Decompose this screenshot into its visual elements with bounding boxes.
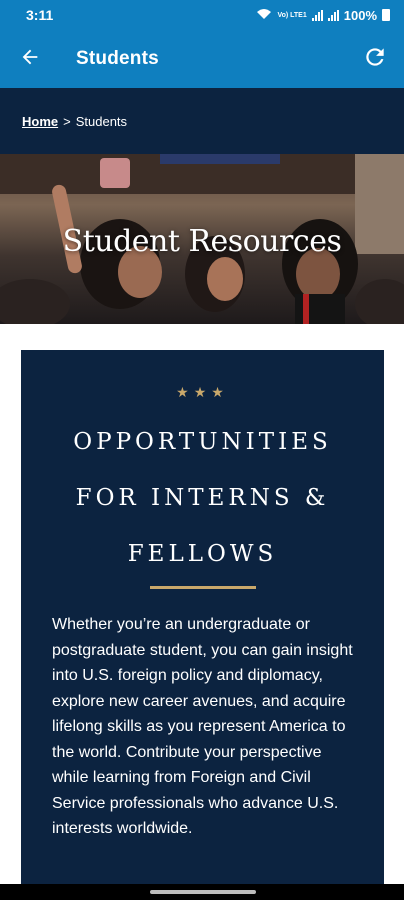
app-bar: Students (0, 30, 404, 88)
volte-label: Vo) LTE1 (277, 11, 307, 19)
wifi-icon (256, 8, 272, 23)
breadcrumb-home-link[interactable]: Home (22, 114, 58, 129)
battery-icon (382, 9, 390, 21)
hero-banner: Student Resources (0, 154, 404, 324)
stars-ornament: ★★★ (176, 384, 229, 400)
battery-percent: 100% (343, 7, 377, 23)
opportunities-card: ★★★ OPPORTUNITIES FOR INTERNS & FELLOWS … (21, 350, 384, 890)
refresh-button[interactable] (358, 42, 392, 76)
status-icons: Vo) LTE1 100% (256, 8, 390, 23)
signal-icon (311, 9, 323, 21)
card-heading-line: FOR INTERNS & (75, 485, 330, 511)
back-button[interactable] (0, 30, 60, 88)
card-heading-line: FELLOWS (127, 541, 278, 567)
breadcrumb-current: Students (75, 113, 128, 129)
card-heading-line: OPPORTUNITIES (73, 429, 332, 455)
gold-divider (150, 586, 256, 589)
arrow-back-icon (19, 46, 41, 73)
card-body-text: Whether you’re an undergraduate or postg… (52, 616, 353, 837)
system-nav-bar (0, 884, 404, 900)
status-time: 3:11 (26, 7, 54, 23)
card-heading: OPPORTUNITIES FOR INTERNS & FELLOWS (21, 414, 384, 582)
refresh-icon (362, 44, 388, 75)
page-title: Students (76, 48, 159, 69)
breadcrumb-separator: > (63, 113, 71, 129)
signal-icon-2 (327, 9, 339, 21)
home-gesture-bar[interactable] (150, 890, 256, 894)
status-bar: 3:11 Vo) LTE1 100% (0, 0, 404, 30)
breadcrumb: Home > Students (0, 88, 404, 154)
hero-title: Student Resources (62, 224, 342, 259)
